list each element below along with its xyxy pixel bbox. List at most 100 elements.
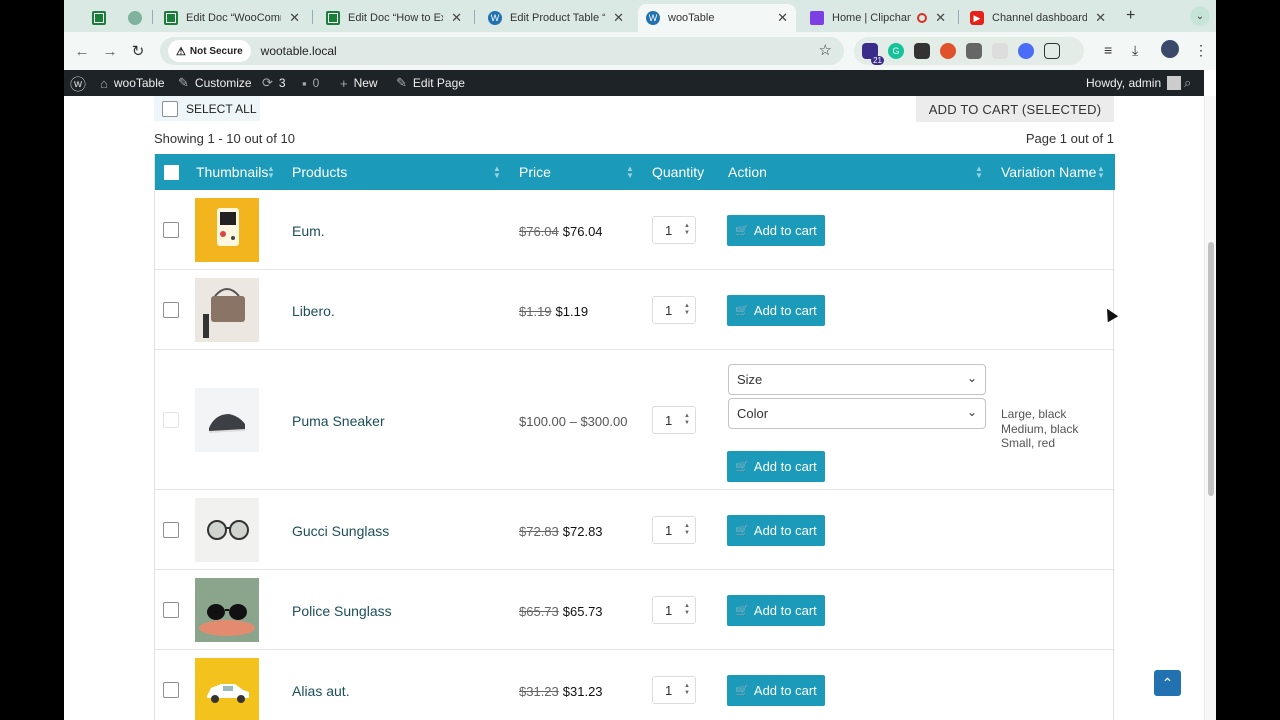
row-checkbox[interactable] bbox=[163, 602, 179, 618]
close-icon[interactable]: ✕ bbox=[289, 10, 300, 26]
menu-dots-icon[interactable]: ⋮ bbox=[1194, 42, 1208, 59]
quantity-stepper[interactable]: 1 ▲ ▼ bbox=[652, 676, 696, 704]
blank-extension-icon[interactable] bbox=[992, 43, 1008, 59]
updates-link[interactable]: ⟳ 3 bbox=[262, 70, 286, 96]
add-to-cart-selected-button[interactable]: ADD TO CART (SELECTED) bbox=[916, 96, 1114, 122]
table-row: Alias aut. $31.23 $31.23 1 ▲ ▼ 🛒 Add to cart bbox=[155, 650, 1115, 720]
quantity-stepper[interactable]: 1 ▲ ▼ bbox=[652, 516, 696, 544]
column-variation-name[interactable]: Variation Name bbox=[1001, 154, 1096, 190]
site-name-link[interactable]: ⌂ wooTable bbox=[100, 70, 165, 96]
sort-icon[interactable]: ▲ ▼ bbox=[267, 165, 275, 180]
comments-link[interactable]: ▪ 0 bbox=[302, 70, 319, 96]
back-icon[interactable]: ← bbox=[68, 37, 96, 65]
scrollbar-thumb[interactable] bbox=[1208, 242, 1214, 496]
select-all-checkbox[interactable] bbox=[162, 100, 178, 117]
quantity-stepper[interactable]: 1 ▲ ▼ bbox=[652, 596, 696, 624]
product-price: $1.19 $1.19 bbox=[519, 304, 589, 319]
quantity-stepper[interactable]: 1 ▲ ▼ bbox=[652, 296, 696, 324]
grammarly-icon[interactable]: G bbox=[888, 43, 904, 59]
add-to-cart-button[interactable]: 🛒 Add to cart bbox=[727, 515, 825, 546]
scroll-to-top-button[interactable]: ⌃ bbox=[1154, 670, 1181, 696]
wordpress-logo-icon[interactable]: ⓦ bbox=[70, 70, 92, 96]
column-price[interactable]: Price bbox=[519, 154, 551, 190]
browser-toolbar: ← → ↻ ⚠ Not Secure wootable.local ☆ 21 G… bbox=[64, 32, 1216, 70]
quantity-stepper[interactable]: 1 ▲ ▼ bbox=[652, 406, 696, 434]
reading-list-icon[interactable]: ≡ bbox=[1104, 42, 1112, 58]
row-checkbox[interactable] bbox=[163, 302, 179, 318]
color-picker-icon[interactable] bbox=[940, 43, 956, 59]
page-content: SELECT ALL ADD TO CART (SELECTED) Showin… bbox=[64, 96, 1204, 720]
product-name-link[interactable]: Libero. bbox=[292, 303, 335, 319]
product-thumbnail[interactable] bbox=[195, 578, 259, 642]
puzzle-icon[interactable] bbox=[1044, 43, 1060, 59]
cart-icon: 🛒 bbox=[735, 605, 749, 617]
sort-icon[interactable]: ▲ ▼ bbox=[626, 165, 634, 180]
product-thumbnail[interactable] bbox=[195, 198, 259, 262]
address-bar[interactable]: ⚠ Not Secure wootable.local ☆ bbox=[160, 37, 844, 65]
tab-wootable[interactable]: W wooTable ✕ bbox=[638, 4, 796, 32]
product-name-link[interactable]: Eum. bbox=[292, 223, 325, 239]
product-thumbnail[interactable] bbox=[195, 388, 259, 452]
bookmark-star-icon[interactable]: ☆ bbox=[819, 41, 832, 59]
search-icon[interactable]: ⌕ bbox=[1184, 70, 1197, 96]
my-account-link[interactable]: Howdy, admin bbox=[1086, 70, 1182, 96]
extension-icon[interactable]: 21 bbox=[862, 43, 884, 65]
quantity-stepper[interactable]: 1 ▲ ▼ bbox=[652, 216, 696, 244]
sort-icon[interactable]: ▲ ▼ bbox=[975, 165, 983, 180]
product-thumbnail[interactable] bbox=[195, 278, 259, 342]
add-to-cart-button[interactable]: 🛒 Add to cart bbox=[727, 215, 825, 246]
tab-edit-product-table[interactable]: W Edit Product Table “Pro ✕ bbox=[480, 4, 632, 32]
product-thumbnail[interactable] bbox=[195, 498, 259, 562]
add-to-cart-button[interactable]: 🛒 Add to cart bbox=[727, 595, 825, 626]
security-indicator[interactable]: ⚠ Not Secure bbox=[168, 40, 251, 62]
tab-edit-doc-woocommerce[interactable]: Edit Doc “WooCommer ✕ bbox=[156, 4, 308, 32]
product-name-link[interactable]: Gucci Sunglass bbox=[292, 523, 389, 539]
product-name-link[interactable]: Police Sunglass bbox=[292, 603, 392, 619]
close-icon[interactable]: ✕ bbox=[777, 10, 788, 26]
tab-search-icon[interactable]: ⌄ bbox=[1190, 6, 1210, 26]
customize-link[interactable]: ✎ Customize bbox=[178, 70, 252, 96]
tab-channel-dashboard[interactable]: ▶ Channel dashboard - Y ✕ bbox=[962, 4, 1114, 32]
new-tab-button[interactable]: + bbox=[1126, 7, 1135, 25]
add-to-cart-button[interactable]: 🛒 Add to cart bbox=[727, 451, 825, 482]
tab-clipchamp[interactable]: Home | Clipchamp ✕ bbox=[802, 4, 954, 32]
column-products[interactable]: Products bbox=[292, 154, 347, 190]
table-header: Thumbnails ▲ ▼ Products ▲ ▼ Price ▲ ▼ Quant… bbox=[155, 154, 1115, 190]
color-select[interactable]: Color ⌄ bbox=[728, 398, 986, 429]
tab-pinned-app[interactable] bbox=[120, 4, 150, 32]
link-icon[interactable] bbox=[1018, 43, 1034, 59]
reload-icon[interactable]: ↻ bbox=[124, 37, 152, 65]
header-checkbox[interactable] bbox=[164, 165, 179, 180]
download-icon[interactable]: ⤓ bbox=[1132, 42, 1138, 59]
product-name-link[interactable]: Alias aut. bbox=[292, 683, 350, 699]
screenshot-icon[interactable] bbox=[966, 43, 982, 59]
close-icon[interactable]: ✕ bbox=[613, 10, 624, 26]
add-to-cart-button[interactable]: 🛒 Add to cart bbox=[727, 295, 825, 326]
product-name-link[interactable]: Puma Sneaker bbox=[292, 413, 385, 429]
sort-icon[interactable]: ▲ ▼ bbox=[1097, 165, 1105, 180]
page-scrollbar[interactable] bbox=[1204, 96, 1216, 720]
dashboard-icon: ⌂ bbox=[100, 75, 108, 91]
product-thumbnail[interactable] bbox=[195, 658, 259, 720]
tab-pinned-sheets[interactable] bbox=[84, 4, 114, 32]
close-icon[interactable]: ✕ bbox=[1095, 10, 1106, 26]
url-text[interactable]: wootable.local bbox=[261, 44, 337, 58]
column-thumbnails[interactable]: Thumbnails bbox=[196, 154, 268, 190]
avatar[interactable] bbox=[1161, 40, 1179, 58]
add-to-cart-button[interactable]: 🛒 Add to cart bbox=[727, 675, 825, 706]
close-icon[interactable]: ✕ bbox=[451, 10, 462, 26]
select-all-control[interactable]: SELECT ALL bbox=[154, 96, 260, 121]
sort-icon[interactable]: ▲ ▼ bbox=[493, 165, 501, 180]
row-checkbox[interactable] bbox=[163, 522, 179, 538]
size-select[interactable]: Size ⌄ bbox=[728, 364, 986, 395]
row-checkbox[interactable] bbox=[163, 222, 179, 238]
mask-icon[interactable] bbox=[914, 43, 930, 59]
close-icon[interactable]: ✕ bbox=[935, 10, 946, 26]
wordpress-icon: W bbox=[646, 11, 660, 25]
forward-icon[interactable]: → bbox=[96, 37, 124, 65]
tab-edit-doc-how-to-export[interactable]: Edit Doc “How to Expo ✕ bbox=[318, 4, 470, 32]
row-checkbox[interactable] bbox=[163, 682, 179, 698]
table-row: Puma Sneaker $100.00 – $300.00 1 ▲ ▼ Size ⌄… bbox=[155, 350, 1115, 490]
edit-page-link[interactable]: ✎ Edit Page bbox=[396, 70, 465, 96]
new-content-link[interactable]: + New bbox=[340, 70, 378, 96]
